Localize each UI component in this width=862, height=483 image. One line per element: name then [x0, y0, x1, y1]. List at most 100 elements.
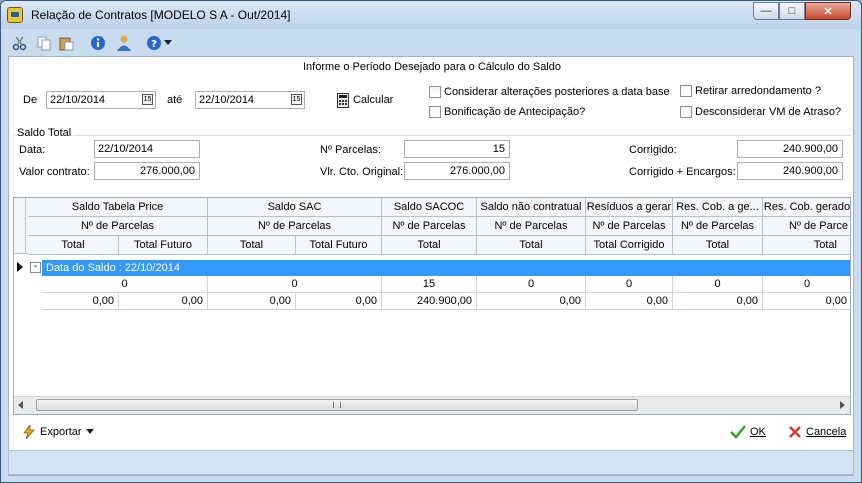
user-icon[interactable] — [115, 34, 133, 52]
valor-contrato-field[interactable]: 276.000,00 — [94, 162, 200, 180]
grid-cell[interactable]: 0,00 — [42, 293, 119, 310]
column-header[interactable]: Total — [477, 236, 586, 255]
column-header[interactable]: Total — [28, 236, 119, 255]
group-row-data-do-saldo[interactable]: Data do Saldo : 22/10/2014 — [42, 260, 850, 276]
scroll-left-icon[interactable] — [18, 401, 23, 409]
ok-label: OK — [750, 426, 766, 438]
maximize-button[interactable]: □ — [779, 2, 805, 20]
vlr-cto-original-field[interactable]: 276.000,00 — [404, 162, 510, 180]
grid-cell[interactable]: 0,00 — [296, 293, 382, 310]
grid-cell[interactable]: 0 — [477, 276, 586, 293]
period-heading: Informe o Período Desejado para o Cálcul… — [302, 61, 562, 73]
grid-cell[interactable]: 0,00 — [763, 293, 850, 310]
checkbox-considerar-alteracoes[interactable] — [429, 86, 441, 98]
ate-date-value: 22/10/2014 — [199, 94, 255, 106]
svg-text:?: ? — [151, 39, 157, 50]
grid-cell[interactable]: 0,00 — [673, 293, 763, 310]
main-window: Relação de Contratos [MODELO S A - Out/2… — [0, 0, 862, 483]
desconsiderar-vm-label: Desconsiderar VM de Atraso? — [695, 106, 842, 118]
column-header[interactable]: Nº de Parcelas — [477, 217, 586, 236]
grid-cell[interactable]: 0 — [42, 276, 208, 293]
column-header[interactable]: Total — [208, 236, 296, 255]
checkbox-retirar-arredondamento[interactable] — [680, 85, 692, 97]
calculator-icon — [337, 92, 349, 108]
title-bar: Relação de Contratos [MODELO S A - Out/2… — [1, 1, 861, 29]
exportar-button[interactable]: Exportar — [22, 425, 94, 439]
paste-icon[interactable] — [57, 34, 75, 52]
client-area: Informe o Período Desejado para o Cálcul… — [8, 56, 854, 476]
cancel-x-icon — [789, 426, 801, 438]
data-field[interactable]: 22/10/2014 — [94, 140, 200, 158]
scroll-right-icon[interactable] — [840, 401, 845, 409]
group-header[interactable]: Res. Cob. gerado — [763, 198, 850, 217]
grid-cell[interactable]: 0 — [763, 276, 850, 293]
toolbar: ? — [7, 31, 855, 57]
help-icon[interactable]: ? — [145, 34, 163, 52]
column-header[interactable]: Total — [673, 236, 763, 255]
corrigido-encargos-field[interactable]: 240.900,00 — [737, 162, 843, 180]
group-header[interactable]: Saldo SAC — [208, 198, 382, 217]
copy-icon[interactable] — [35, 34, 53, 52]
collapse-icon[interactable]: - — [30, 262, 41, 273]
corrigido-label: Corrigido: — [629, 144, 677, 156]
grid-cell[interactable]: 0 — [673, 276, 763, 293]
row-indicator-icon — [16, 261, 24, 273]
window-title: Relação de Contratos [MODELO S A - Out/2… — [31, 8, 291, 22]
grid-cell[interactable]: 0,00 — [208, 293, 296, 310]
ok-button[interactable]: OK — [730, 425, 766, 439]
minimize-button[interactable]: — — [753, 2, 779, 20]
retirar-arredondamento-label: Retirar arredondamento ? — [695, 85, 821, 97]
column-header[interactable]: Nº de Parcelas — [586, 217, 673, 236]
cancela-label: Cancela — [806, 426, 847, 438]
grid-cell[interactable]: 0,00 — [477, 293, 586, 310]
grid-cell[interactable]: 0,00 — [119, 293, 208, 310]
ate-label: até — [167, 94, 183, 106]
calendar-icon[interactable]: 15 — [142, 94, 153, 105]
checkbox-desconsiderar-vm[interactable] — [680, 106, 692, 118]
grid-cell[interactable]: 0,00 — [586, 293, 673, 310]
chevron-down-icon — [85, 429, 94, 434]
scrollbar-thumb[interactable] — [36, 399, 638, 411]
grid-cell[interactable]: 0 — [586, 276, 673, 293]
column-header[interactable]: Nº de Parcelas — [673, 217, 763, 236]
saldo-total-legend: Saldo Total — [15, 127, 74, 139]
app-icon — [7, 7, 23, 23]
column-header[interactable]: Total Futuro — [119, 236, 208, 255]
data-label: Data: — [19, 144, 46, 156]
close-button[interactable]: ✕ — [805, 2, 851, 20]
considerar-alteracoes-label: Considerar alterações posteriores a data… — [444, 86, 670, 98]
cancela-button[interactable]: Cancela — [788, 425, 846, 439]
saldo-grid[interactable]: Saldo Tabela Price Saldo SAC Saldo SACOC… — [13, 197, 851, 415]
column-header[interactable]: Nº de Parcelas — [28, 217, 208, 236]
horizontal-scrollbar[interactable] — [14, 396, 850, 414]
checkbox-bonificacao[interactable] — [429, 106, 441, 118]
grid-cell[interactable]: 240.900,00 — [382, 293, 477, 310]
lightning-icon — [23, 425, 35, 439]
check-icon — [730, 425, 746, 439]
dropdown-arrow-icon[interactable] — [163, 34, 173, 52]
group-header[interactable]: Saldo não contratual — [477, 198, 586, 217]
column-header[interactable]: Total Corrigido — [586, 236, 673, 255]
group-header[interactable]: Saldo SACOC — [382, 198, 477, 217]
column-header[interactable]: Total — [763, 236, 850, 255]
grid-cell[interactable]: 0 — [208, 276, 382, 293]
column-header[interactable]: Total Futuro — [296, 236, 382, 255]
column-header[interactable]: Nº de Parcelas — [382, 217, 477, 236]
grid-cell[interactable]: 15 — [382, 276, 477, 293]
calendar-icon[interactable]: 15 — [291, 94, 302, 105]
de-date-input[interactable]: 22/10/2014 15 — [46, 91, 156, 109]
group-header[interactable]: Saldo Tabela Price — [28, 198, 208, 217]
column-header[interactable]: Nº de Parce — [763, 217, 850, 236]
de-label: De — [23, 94, 38, 106]
column-header[interactable]: Total — [382, 236, 477, 255]
ate-date-input[interactable]: 22/10/2014 15 — [195, 91, 305, 109]
info-icon[interactable] — [89, 34, 107, 52]
parcelas-field[interactable]: 15 — [404, 140, 510, 158]
corrigido-field[interactable]: 240.900,00 — [737, 140, 843, 158]
group-header[interactable]: Res. Cob. a ge... — [673, 198, 763, 217]
calcular-button[interactable]: Calcular — [337, 91, 393, 109]
corrigido-encargos-label: Corrigido + Encargos: — [629, 166, 736, 178]
column-header[interactable]: Nº de Parcelas — [208, 217, 382, 236]
scissors-icon[interactable] — [11, 34, 29, 52]
group-header[interactable]: Resíduos a gerar — [586, 198, 673, 217]
